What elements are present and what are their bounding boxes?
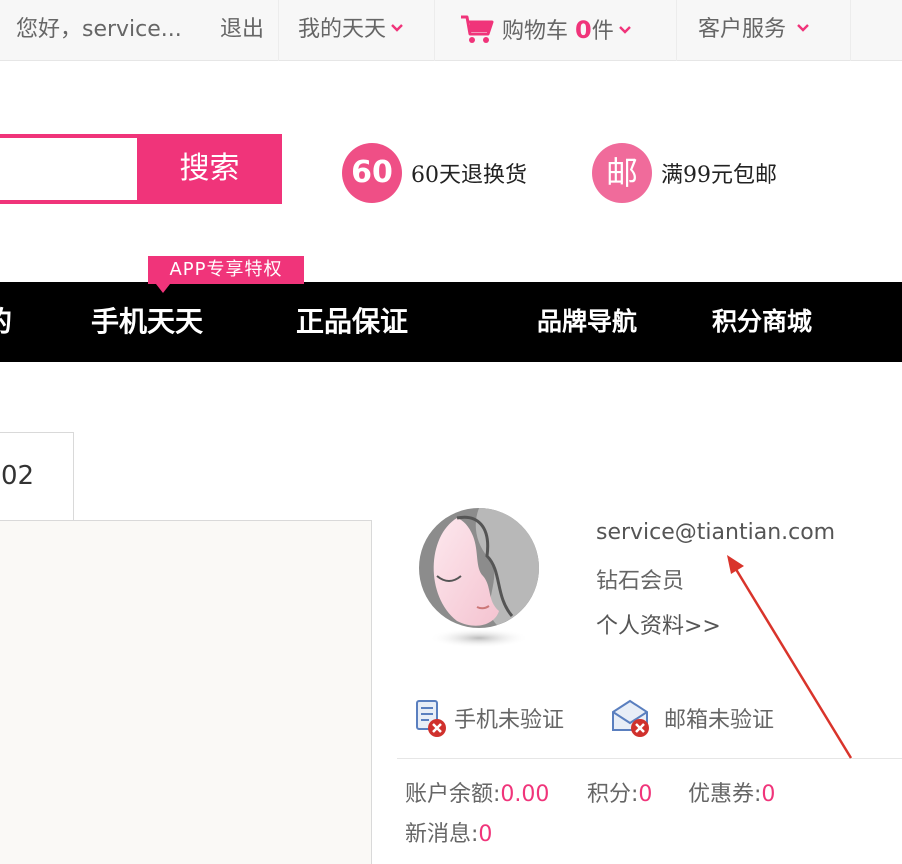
search-input[interactable]: [0, 134, 138, 204]
customer-service-label: 客户服务: [698, 17, 787, 42]
balance-value: 0.00: [500, 782, 550, 807]
user-email: service@tiantian.com: [596, 520, 836, 545]
email-unverified-icon: [612, 699, 649, 737]
divider: [850, 0, 851, 61]
messages-value: 0: [478, 822, 493, 847]
nav-item-partial[interactable]: 的: [0, 282, 12, 362]
panel-tab[interactable]: 02: [0, 432, 74, 522]
cart-menu[interactable]: 购物车 0件: [460, 0, 632, 61]
promo-shipping: 邮 满99元包邮: [592, 143, 777, 203]
phone-unverified-icon: [416, 700, 446, 737]
nav-item-brands[interactable]: 品牌导航: [537, 282, 637, 362]
cart-count: 0: [575, 16, 592, 44]
coupons-stat[interactable]: 优惠券:0: [688, 776, 775, 808]
promo-return: 60 60天退换货: [342, 143, 527, 203]
divider: [278, 0, 279, 61]
points-label: 积分:: [587, 782, 639, 807]
phone-status-text: 手机未验证: [454, 708, 565, 733]
messages-stat[interactable]: 新消息:0: [405, 816, 492, 848]
search-button[interactable]: 搜索: [137, 134, 282, 204]
chevron-down-icon: [391, 24, 403, 32]
nav-item-mobile[interactable]: 手机天天: [91, 282, 203, 362]
profile-link[interactable]: 个人资料>>: [596, 608, 721, 640]
logout-link[interactable]: 退出: [220, 0, 264, 61]
points-value: 0: [638, 782, 653, 807]
chevron-down-icon: [797, 24, 809, 32]
member-level: 钻石会员: [596, 569, 685, 594]
app-exclusive-tag: APP专享特权: [148, 256, 304, 293]
points-stat[interactable]: 积分:0: [587, 776, 652, 808]
chevron-down-icon: [618, 26, 631, 34]
content-panel: [0, 520, 372, 864]
customer-service-menu[interactable]: 客户服务: [698, 0, 810, 61]
promo-return-text: 60天退换货: [411, 163, 527, 188]
my-account-label: 我的天天: [298, 17, 387, 42]
nav-item-authentic[interactable]: 正品保证: [296, 282, 408, 362]
balance-stat[interactable]: 账户余额:0.00: [405, 776, 549, 808]
my-account-menu[interactable]: 我的天天: [298, 0, 404, 61]
return-60-icon: 60: [342, 143, 402, 203]
coupons-label: 优惠券:: [688, 782, 762, 807]
top-bar: 您好，service... 退出 我的天天 购物车 0件 客户服务: [0, 0, 902, 61]
shopping-cart-icon: [461, 15, 494, 43]
nav-item-points-mall[interactable]: 积分商城: [712, 282, 812, 362]
promo-shipping-text: 满99元包邮: [661, 163, 777, 188]
avatar[interactable]: [417, 506, 541, 656]
phone-verify[interactable]: 手机未验证: [412, 698, 564, 738]
messages-label: 新消息:: [405, 822, 479, 847]
email-status-text: 邮箱未验证: [664, 708, 775, 733]
coupons-value: 0: [761, 782, 776, 807]
divider: [434, 0, 435, 61]
mail-badge-icon: 邮: [592, 143, 652, 203]
panel-tab-text: 02: [1, 461, 35, 491]
cart-unit: 件: [591, 19, 614, 44]
stats-divider: [397, 758, 902, 759]
balance-label: 账户余额:: [405, 782, 501, 807]
greeting-text: 您好，service...: [16, 17, 182, 42]
main-nav: 的 手机天天 正品保证 品牌导航 积分商城: [0, 282, 902, 362]
cart-label: 购物车: [502, 19, 569, 44]
divider: [676, 0, 677, 61]
email-verify[interactable]: 邮箱未验证: [610, 698, 774, 738]
